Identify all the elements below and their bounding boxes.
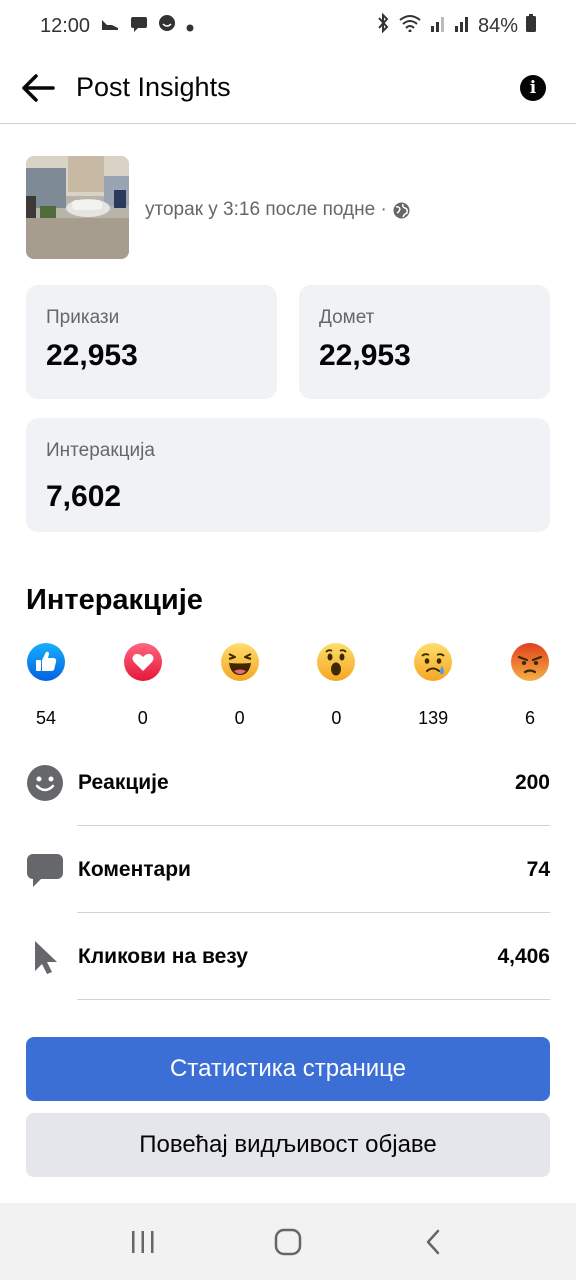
home-button[interactable]	[258, 1212, 318, 1272]
metric-link-clicks-label: Кликови на везу	[78, 945, 248, 968]
chevron-left-icon	[427, 1229, 440, 1254]
reaction-love-count: 0	[137, 708, 148, 728]
haha-reaction-icon	[220, 643, 259, 681]
angry-reaction-icon	[510, 643, 549, 681]
reaction-angry-count: 6	[524, 708, 535, 728]
reactions-row: 54 0 0 0 139 6	[26, 642, 550, 732]
post-summary[interactable]: уторак у 3:16 после подне ·	[26, 156, 550, 260]
engagement-label: Интеракција	[46, 440, 155, 461]
impressions-card[interactable]: Прикази 22,953	[26, 285, 277, 399]
battery-percent: 84%	[477, 14, 518, 37]
battery-icon	[526, 14, 536, 38]
metric-link-clicks-value: 4,406	[497, 945, 550, 968]
impressions-value: 22,953	[46, 339, 138, 372]
arrow-left-icon	[22, 73, 55, 102]
smiley-icon	[26, 764, 64, 802]
post-time-text: уторак у 3:16 после подне ·	[145, 199, 387, 220]
info-icon: i	[529, 77, 537, 98]
home-icon	[274, 1228, 302, 1255]
globe-icon	[393, 202, 410, 218]
metric-comments-value: 74	[526, 858, 550, 881]
interactions-title: Интеракције	[26, 584, 203, 616]
metric-reactions-value: 200	[514, 771, 550, 794]
post-thumbnail[interactable]	[26, 156, 129, 259]
page-stats-button[interactable]: Статистика странице	[26, 1037, 550, 1101]
reaction-wow-count: 0	[331, 708, 342, 728]
bluetooth-icon	[376, 12, 390, 39]
post-time: уторак у 3:16 после подне ·	[145, 160, 410, 260]
dot-notification-icon	[186, 15, 194, 38]
metric-reactions-label: Реакције	[78, 771, 169, 794]
signal-icon-2	[454, 14, 470, 38]
reaction-sad: 139	[413, 642, 453, 732]
metric-row-link-clicks[interactable]: Кликови на везу 4,406	[26, 913, 550, 1001]
reaction-angry: 6	[510, 642, 550, 732]
engagement-card[interactable]: Интеракција 7,602	[26, 418, 550, 532]
reach-label: Домет	[319, 307, 375, 328]
metric-comments-label: Коментари	[78, 858, 191, 881]
reach-card[interactable]: Домет 22,953	[299, 285, 550, 399]
comment-icon	[26, 851, 64, 889]
wow-reaction-icon	[317, 643, 356, 681]
page-title: Post Insights	[76, 72, 231, 102]
impressions-label: Прикази	[46, 307, 120, 328]
sad-reaction-icon	[414, 643, 453, 681]
metric-row-comments[interactable]: Коментари 74	[26, 826, 550, 914]
status-bar: 12:00 84%	[0, 0, 576, 52]
reaction-like: 54	[26, 642, 66, 732]
metric-row-reactions[interactable]: Реакције 200	[26, 739, 550, 827]
recent-apps-button[interactable]	[113, 1212, 173, 1272]
back-button[interactable]	[18, 68, 58, 108]
recent-apps-icon	[131, 1230, 154, 1253]
reaction-love: 0	[123, 642, 163, 732]
boost-post-button[interactable]: Повећај видљивост објаве	[26, 1113, 550, 1177]
divider	[77, 999, 550, 1000]
shoe-notification-icon	[100, 15, 120, 38]
reaction-haha: 0	[220, 642, 260, 732]
status-time: 12:00	[40, 14, 91, 37]
system-back-button[interactable]	[403, 1212, 463, 1272]
emoji-notification-icon	[158, 14, 176, 38]
system-nav-bar	[0, 1203, 576, 1280]
message-notification-icon	[130, 15, 148, 38]
app-header: Post Insights i	[0, 52, 576, 124]
reaction-like-count: 54	[35, 708, 57, 728]
info-button[interactable]: i	[520, 74, 546, 101]
reaction-sad-count: 139	[418, 708, 449, 728]
signal-icon-1	[430, 14, 446, 38]
cursor-icon	[26, 938, 64, 976]
engagement-value: 7,602	[46, 480, 122, 513]
reaction-wow: 0	[316, 642, 356, 732]
wifi-icon	[398, 14, 422, 38]
reach-value: 22,953	[319, 339, 411, 372]
like-reaction-icon	[27, 643, 65, 681]
love-reaction-icon	[123, 643, 162, 681]
reaction-haha-count: 0	[234, 708, 245, 728]
